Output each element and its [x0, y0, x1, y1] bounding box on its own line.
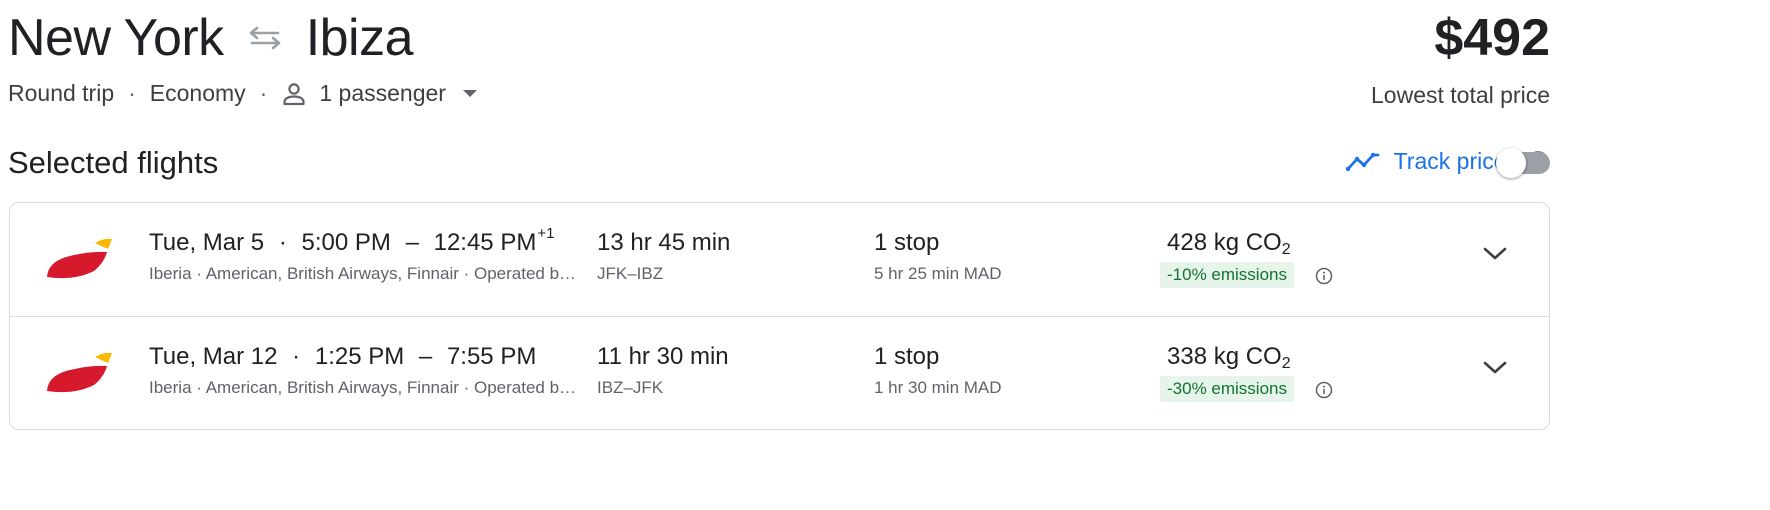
day-offset: +1 — [537, 225, 555, 242]
emissions-badge: -30% emissions — [1160, 376, 1294, 402]
price-trend-icon — [1345, 151, 1380, 173]
separator-dot: · — [128, 80, 136, 106]
flight-date: Tue, Mar 12 — [149, 343, 278, 370]
iberia-logo — [46, 235, 112, 286]
emissions-value: 428 kg CO — [1167, 229, 1282, 256]
price-caption: Lowest total price — [1371, 82, 1550, 108]
cabin-class: Economy — [149, 80, 246, 106]
swap-arrows-icon — [248, 26, 282, 50]
emissions-subscript: 2 — [1281, 241, 1291, 258]
info-icon[interactable] — [1315, 267, 1333, 285]
route-title: New York Ibiza — [8, 8, 414, 68]
time-dash: – — [405, 229, 419, 256]
flight-duration: 13 hr 45 min — [597, 229, 731, 256]
trip-options: Round trip · Economy · 1 passenger — [8, 80, 478, 107]
separator-dot: · — [292, 343, 301, 370]
emissions-badge: -10% emissions — [1160, 262, 1294, 288]
passenger-count: 1 passenger — [319, 80, 446, 106]
flight-duration: 11 hr 30 min — [597, 343, 729, 370]
layover-info: 5 hr 25 min MAD — [874, 264, 1002, 283]
flight-route: JFK–IBZ — [597, 264, 664, 283]
selected-flights-card: Tue, Mar 5 · 5:00 PM – 12:45 PM+1 Iberia… — [9, 202, 1550, 430]
emissions-subscript: 2 — [1281, 355, 1291, 372]
total-price: $492 — [1434, 9, 1550, 67]
flight-times: Tue, Mar 12 · 1:25 PM – 7:55 PM — [149, 343, 536, 371]
iberia-logo — [46, 349, 112, 400]
layover-info: 1 hr 30 min MAD — [874, 378, 1002, 397]
destination-city: Ibiza — [305, 9, 414, 67]
origin-city: New York — [8, 9, 224, 67]
arrival-time: 12:45 PM — [433, 229, 537, 256]
separator-dot: · — [259, 80, 268, 106]
airline-names: Iberia · American, British Airways, Finn… — [149, 264, 577, 283]
separator-dot: · — [278, 229, 287, 256]
emissions-amount: 338 kg CO2 — [1167, 343, 1291, 373]
section-title: Selected flights — [8, 145, 219, 180]
trip-type: Round trip — [8, 80, 115, 106]
stop-count: 1 stop — [874, 343, 940, 370]
person-icon — [281, 81, 307, 107]
time-dash: – — [418, 343, 433, 370]
caret-down-icon — [462, 89, 478, 99]
arrival-time: 7:55 PM — [446, 343, 537, 370]
chevron-down-icon[interactable] — [1482, 245, 1508, 263]
flight-row-outbound[interactable]: Tue, Mar 5 · 5:00 PM – 12:45 PM+1 Iberia… — [10, 203, 1549, 316]
track-prices-toggle[interactable] — [1496, 148, 1552, 178]
departure-time: 1:25 PM — [314, 343, 405, 370]
airline-names: Iberia · American, British Airways, Finn… — [149, 378, 577, 397]
emissions-amount: 428 kg CO2 — [1167, 229, 1291, 259]
flight-times: Tue, Mar 5 · 5:00 PM – 12:45 PM+1 — [149, 225, 554, 257]
flight-row-return[interactable]: Tue, Mar 12 · 1:25 PM – 7:55 PM Iberia ·… — [10, 316, 1549, 429]
flight-date: Tue, Mar 5 — [149, 229, 265, 256]
passenger-selector[interactable]: 1 passenger — [281, 80, 478, 107]
chevron-down-icon[interactable] — [1482, 359, 1508, 377]
toggle-knob — [1496, 148, 1526, 178]
info-icon[interactable] — [1315, 381, 1333, 399]
departure-time: 5:00 PM — [301, 229, 391, 256]
flight-route: IBZ–JFK — [597, 378, 664, 397]
emissions-value: 338 kg CO — [1167, 343, 1282, 370]
stop-count: 1 stop — [874, 229, 940, 256]
